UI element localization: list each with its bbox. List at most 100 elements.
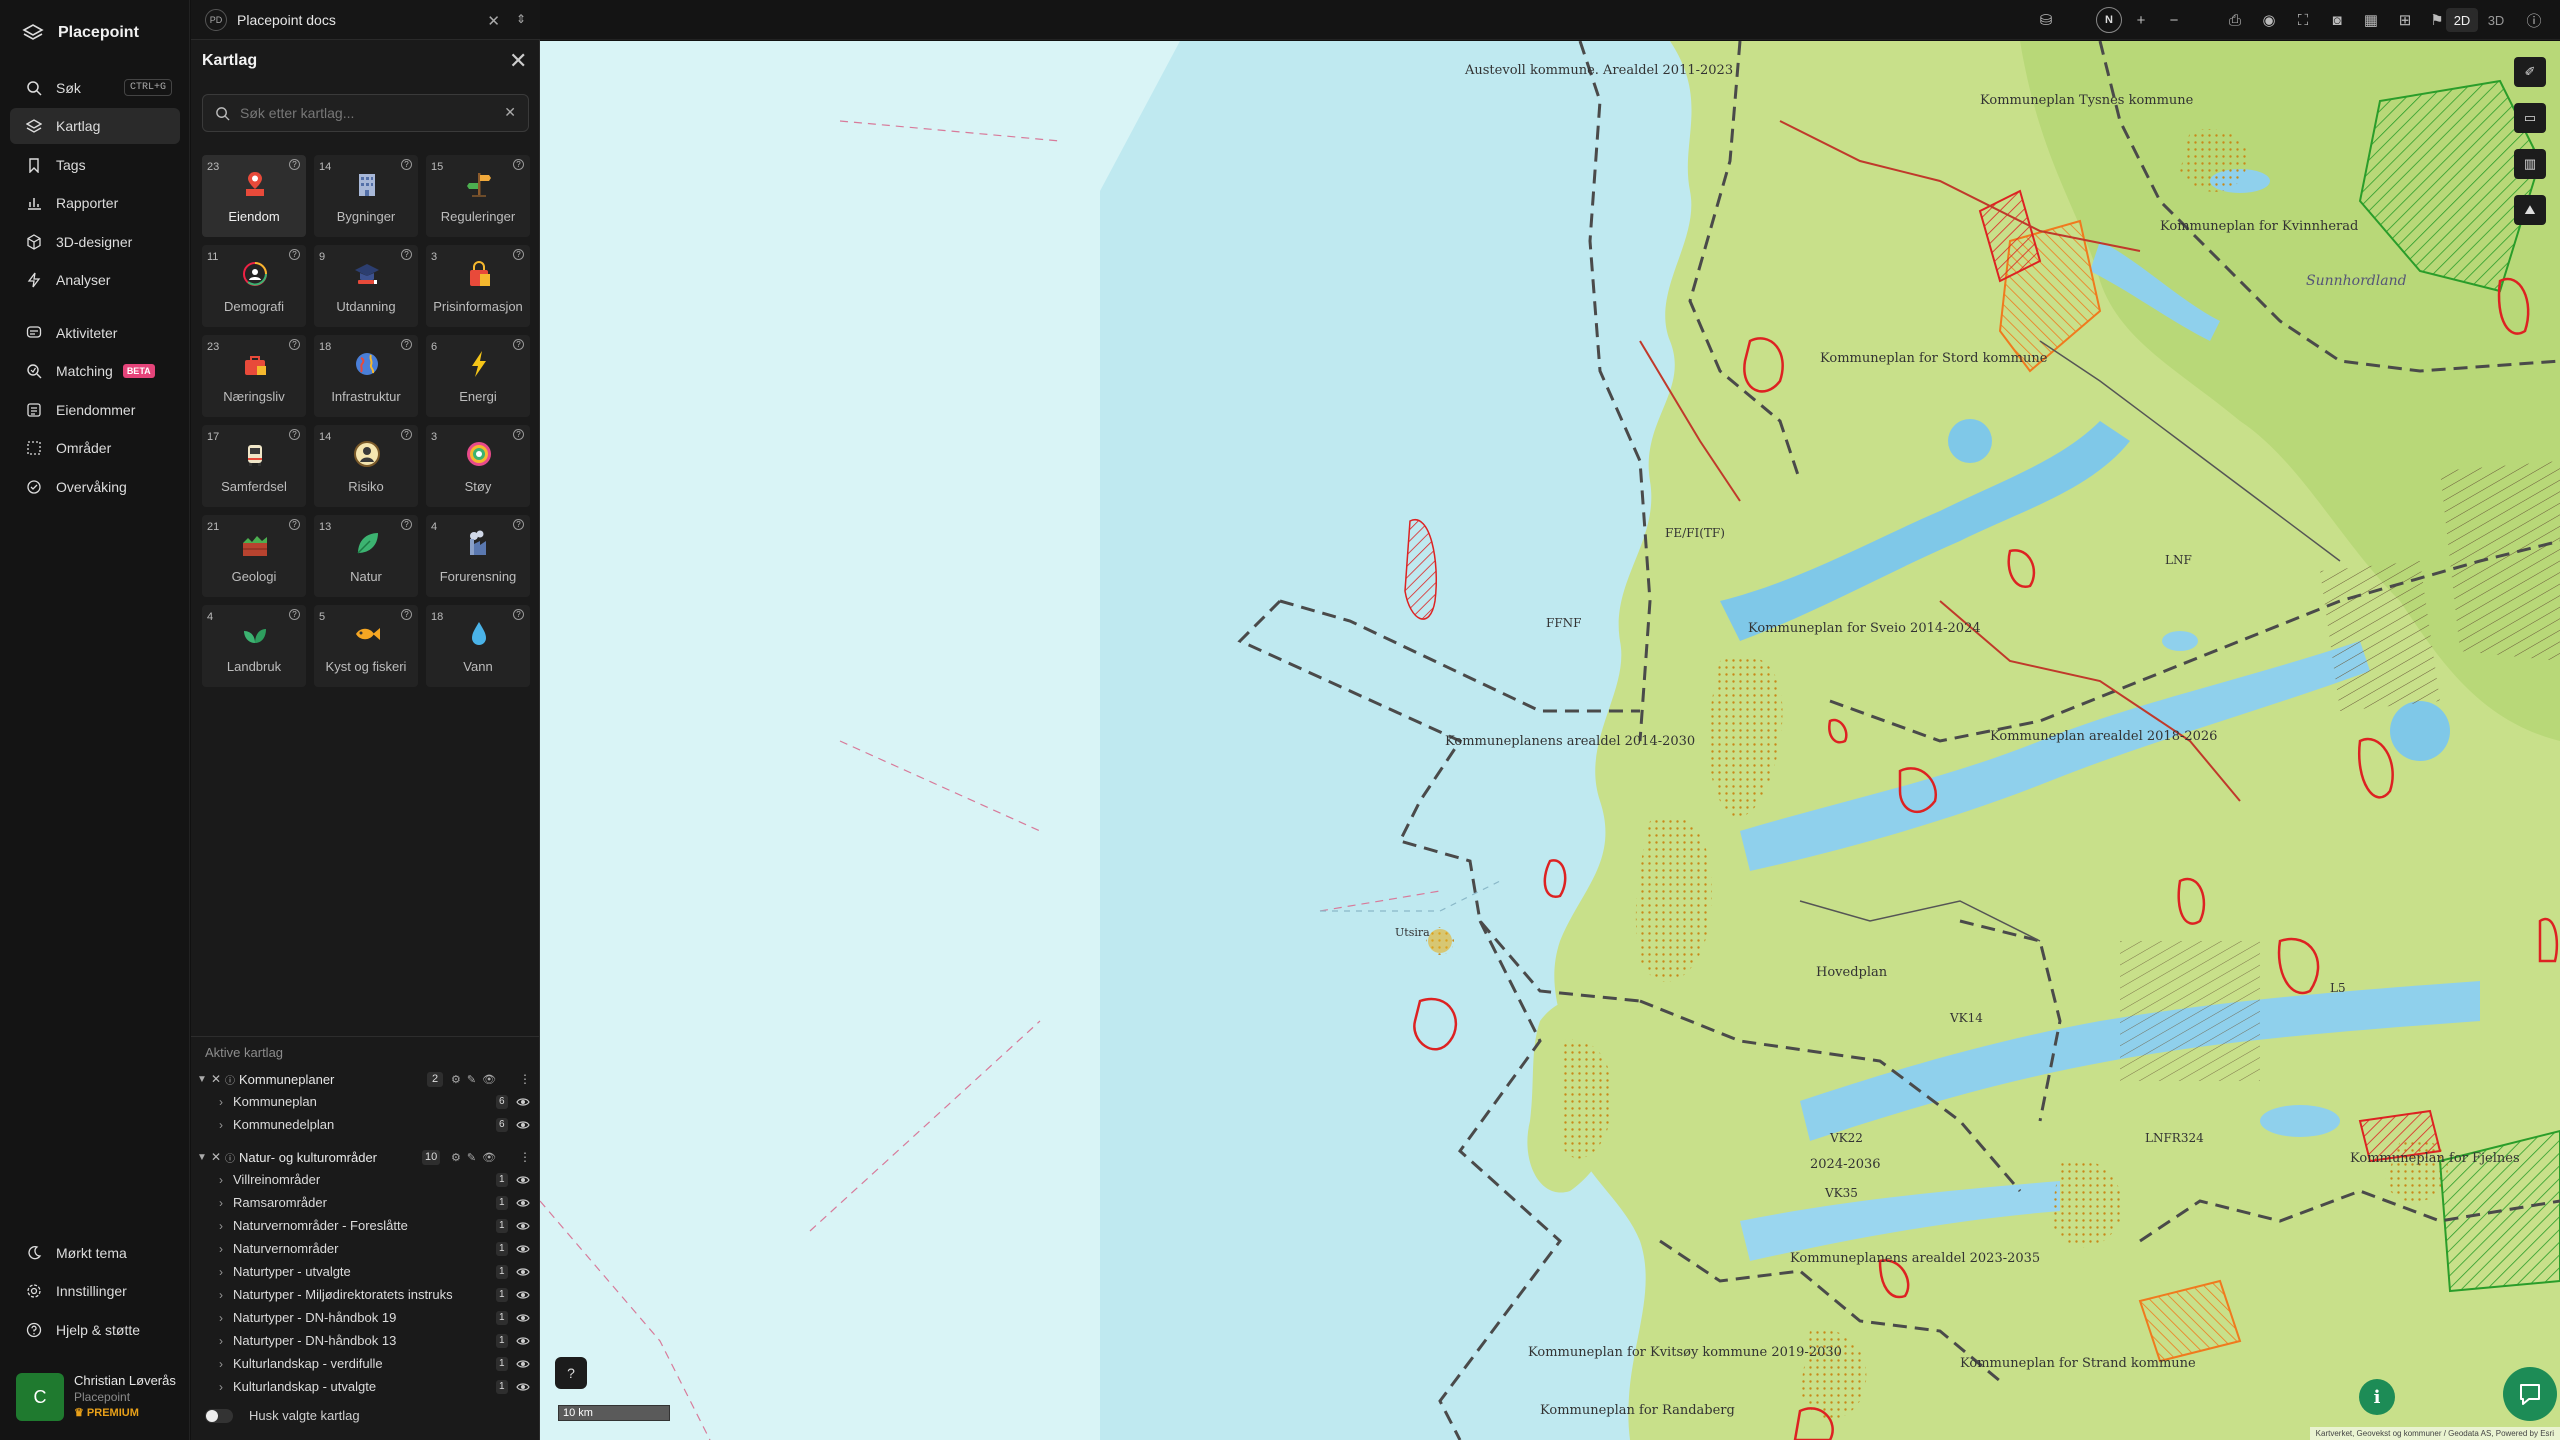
chevron-right-icon[interactable]: › (219, 1334, 223, 1348)
category-naeringsliv[interactable]: 23 ? Næringsliv (202, 335, 306, 417)
category-eiendom[interactable]: 23 ? Eiendom (202, 155, 306, 237)
layer-group-kommuneplaner[interactable]: ▼ ✕ ⓘ Kommuneplaner 2 ⚙ ✎ 👁 ⋮ (191, 1068, 540, 1090)
grid-icon[interactable]: ▦ (2362, 11, 2380, 29)
category-forurensning[interactable]: 4 ? Forurensning (426, 515, 530, 597)
info-icon[interactable]: ? (289, 159, 300, 170)
view-2d-button[interactable]: 2D (2446, 8, 2478, 32)
info-icon[interactable]: ? (401, 159, 412, 170)
close-panel-icon[interactable]: ✕ (509, 50, 527, 72)
info-icon[interactable]: ? (289, 249, 300, 260)
print-icon[interactable]: ⎙ (2226, 11, 2244, 29)
eye-icon[interactable]: ◉ (2260, 11, 2278, 29)
layer-group-natur-og-kulturomrader[interactable]: ▼ ✕ ⓘ Natur- og kulturområder 10 ⚙ ✎ 👁 ⋮ (191, 1146, 540, 1168)
edit-icon[interactable]: ✎ (467, 1151, 476, 1164)
eye-icon[interactable] (516, 1311, 530, 1325)
remove-icon[interactable]: ✕ (211, 1150, 225, 1164)
edit-icon[interactable]: ✎ (467, 1073, 476, 1086)
category-demografi[interactable]: 11 ? Demografi (202, 245, 306, 327)
chevron-right-icon[interactable]: › (219, 1219, 223, 1233)
eye-icon[interactable] (516, 1196, 530, 1210)
eye-icon[interactable] (516, 1265, 530, 1279)
chevron-right-icon[interactable]: › (219, 1311, 223, 1325)
layer-row[interactable]: › Villreinområder 1 (191, 1168, 540, 1191)
layer-row[interactable]: › Naturtyper - DN-håndbok 19 1 (191, 1306, 540, 1329)
bookmark-icon[interactable]: ⚑ (2428, 11, 2446, 29)
eye-icon[interactable]: 👁 (482, 1151, 496, 1164)
chevron-right-icon[interactable]: › (219, 1357, 223, 1371)
zoom-in-icon[interactable]: + (2132, 11, 2150, 29)
nav-item-tags[interactable]: Tags (10, 147, 180, 183)
layer-row[interactable]: › Naturtyper - DN-håndbok 13 1 (191, 1329, 540, 1352)
info-icon[interactable]: ? (513, 249, 524, 260)
chevron-right-icon[interactable]: › (219, 1118, 223, 1132)
layer-search-input[interactable] (240, 105, 490, 121)
category-energi[interactable]: 6 ? Energi (426, 335, 530, 417)
chevron-down-icon[interactable]: ▼ (197, 1074, 211, 1085)
eye-icon[interactable] (516, 1288, 530, 1302)
info-icon[interactable]: ? (401, 609, 412, 620)
bucket-icon[interactable]: ⛁ (2037, 11, 2055, 29)
chevron-right-icon[interactable]: › (219, 1173, 223, 1187)
category-landbruk[interactable]: 4 ? Landbruk (202, 605, 306, 687)
info-icon[interactable]: ? (289, 609, 300, 620)
chevron-right-icon[interactable]: › (219, 1380, 223, 1394)
zoom-out-icon[interactable]: − (2165, 11, 2183, 29)
user-profile[interactable]: C Christian Løverås Placepoint ♛ PREMIUM (16, 1373, 180, 1421)
eye-icon[interactable]: 👁 (482, 1073, 496, 1086)
info-icon[interactable]: ? (289, 429, 300, 440)
category-stoy[interactable]: 3 ? Støy (426, 425, 530, 507)
category-geologi[interactable]: 21 ? Geologi (202, 515, 306, 597)
chevron-right-icon[interactable]: › (219, 1196, 223, 1210)
info-icon[interactable]: ⓘ (2525, 11, 2543, 30)
view-3d-button[interactable]: 3D (2480, 8, 2512, 32)
category-vann[interactable]: 18 ? Vann (426, 605, 530, 687)
chevron-right-icon[interactable]: › (219, 1288, 223, 1302)
measure-icon[interactable]: ▭ (2514, 103, 2546, 133)
category-samferdsel[interactable]: 17 ? Samferdsel (202, 425, 306, 507)
eye-icon[interactable] (516, 1118, 530, 1132)
eye-icon[interactable] (516, 1242, 530, 1256)
chevron-right-icon[interactable]: › (219, 1265, 223, 1279)
layer-row[interactable]: › Ramsarområder 1 (191, 1191, 540, 1214)
chart-icon[interactable]: ▥ (2514, 149, 2546, 179)
category-reguleringer[interactable]: 15 ? Reguleringer (426, 155, 530, 237)
camera-icon[interactable]: ◙ (2328, 11, 2346, 29)
nav-item-search[interactable]: Søk CTRL+G (10, 70, 180, 106)
layer-row[interactable]: › Kommuneplan 6 (191, 1090, 540, 1113)
info-icon[interactable]: ? (513, 519, 524, 530)
info-icon[interactable]: ⓘ (225, 1150, 235, 1165)
workspace-tab[interactable]: PD Placepoint docs ✕ ⇕ (191, 0, 540, 40)
info-icon[interactable]: ? (513, 609, 524, 620)
nav-item-aktiviteter[interactable]: Aktiviteter (10, 315, 180, 351)
layer-row[interactable]: › Kommunedelplan 6 (191, 1113, 540, 1136)
layer-row[interactable]: › Naturtyper - Miljødirektoratets instruk… (191, 1283, 540, 1306)
nav-item-analyser[interactable]: Analyser (10, 262, 180, 298)
fullscreen-icon[interactable]: ⛶ (2294, 11, 2312, 29)
nav-item-overvaking[interactable]: Overvåking (10, 469, 180, 505)
eye-icon[interactable] (516, 1357, 530, 1371)
chevron-right-icon[interactable]: › (219, 1095, 223, 1109)
chevron-right-icon[interactable]: › (219, 1242, 223, 1256)
nav-item-help[interactable]: Hjelp & støtte (10, 1312, 180, 1348)
more-vertical-icon[interactable]: ⋮ (519, 1072, 531, 1086)
category-utdanning[interactable]: 9 ? Utdanning (314, 245, 418, 327)
more-vertical-icon[interactable]: ⋮ (519, 1150, 531, 1164)
info-icon[interactable]: ? (513, 429, 524, 440)
nav-item-eiendommer[interactable]: Eiendommer (10, 392, 180, 428)
info-icon[interactable]: ⓘ (225, 1072, 235, 1087)
layer-row[interactable]: › Kulturlandskap - utvalgte 1 (191, 1375, 540, 1398)
settings-icon[interactable]: ⚙ (451, 1073, 461, 1086)
nav-item-omrader[interactable]: Områder (10, 430, 180, 466)
remember-layers-toggle[interactable] (205, 1408, 233, 1423)
eye-icon[interactable] (516, 1334, 530, 1348)
info-icon[interactable]: ? (401, 519, 412, 530)
brand[interactable]: Placepoint (22, 22, 139, 44)
nav-item-matching[interactable]: Matching BETA (10, 353, 180, 389)
clear-search-icon[interactable]: ✕ (504, 104, 516, 121)
info-icon[interactable]: ? (401, 249, 412, 260)
eye-icon[interactable] (516, 1219, 530, 1233)
category-bygninger[interactable]: 14 ? Bygninger (314, 155, 418, 237)
info-icon[interactable]: ? (513, 159, 524, 170)
remove-icon[interactable]: ✕ (211, 1072, 225, 1086)
map-help-button[interactable]: ? (555, 1357, 587, 1389)
